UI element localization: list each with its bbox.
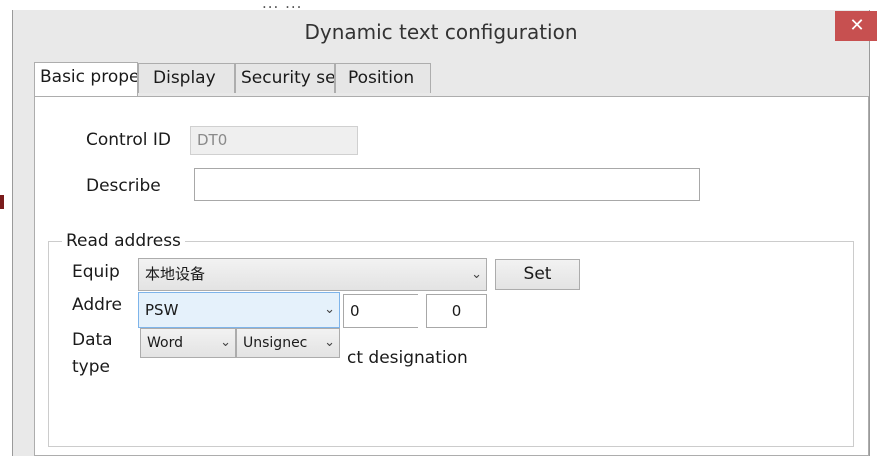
- address-value: PSW: [145, 301, 179, 319]
- chevron-down-icon: ⌄: [324, 335, 335, 350]
- tab-display[interactable]: Display: [138, 63, 235, 93]
- address-select[interactable]: PSW ⌄: [138, 292, 340, 328]
- describe-field[interactable]: [194, 168, 700, 201]
- address-label: Addre: [72, 295, 122, 315]
- data-type-select[interactable]: Word ⌄: [140, 328, 236, 358]
- close-button[interactable]: ✕: [835, 11, 877, 41]
- control-id-label: Control ID: [86, 130, 171, 150]
- control-id-field: DT0: [190, 126, 358, 155]
- tab-security-settings[interactable]: Security se: [235, 63, 335, 93]
- close-icon: ✕: [849, 15, 865, 36]
- address-field-1[interactable]: 0: [343, 294, 418, 328]
- address-field-2[interactable]: 0: [426, 294, 487, 328]
- data-type-label-line2: type: [72, 357, 110, 377]
- tab-position[interactable]: Position: [335, 63, 431, 93]
- chevron-down-icon: ⌄: [324, 302, 335, 317]
- dialog-title: Dynamic text configuration: [304, 20, 578, 44]
- read-address-label: Read address: [62, 231, 185, 251]
- sign-select[interactable]: Unsignec ⌄: [236, 328, 340, 358]
- tab-label: Position: [348, 68, 415, 88]
- tab-label: Display: [153, 68, 216, 88]
- equip-value: 本地设备: [145, 265, 206, 283]
- background-window-edge: [0, 195, 4, 209]
- chevron-down-icon: ⌄: [220, 335, 231, 350]
- tab-basic-properties[interactable]: Basic prope: [34, 62, 138, 96]
- address-field-2-value: 0: [451, 302, 462, 320]
- indirect-designation-label: ct designation: [347, 348, 468, 368]
- data-type-value: Word: [147, 335, 183, 351]
- control-id-value: DT0: [197, 131, 228, 149]
- data-type-label-line1: Data: [72, 330, 113, 350]
- tab-label: Basic prope: [40, 67, 138, 87]
- tab-label: Security se: [241, 68, 335, 88]
- set-button-label: Set: [523, 264, 552, 284]
- equip-label: Equip: [72, 262, 120, 282]
- equip-select[interactable]: 本地设备 ⌄: [138, 258, 487, 291]
- set-button[interactable]: Set: [495, 259, 580, 290]
- background-window-strip: ... ...: [0, 0, 877, 12]
- sign-value: Unsignec: [243, 335, 308, 351]
- title-bar[interactable]: Dynamic text configuration ✕: [13, 10, 877, 54]
- describe-label: Describe: [86, 176, 161, 196]
- chevron-down-icon: ⌄: [471, 267, 482, 282]
- address-field-1-value: 0: [350, 302, 360, 320]
